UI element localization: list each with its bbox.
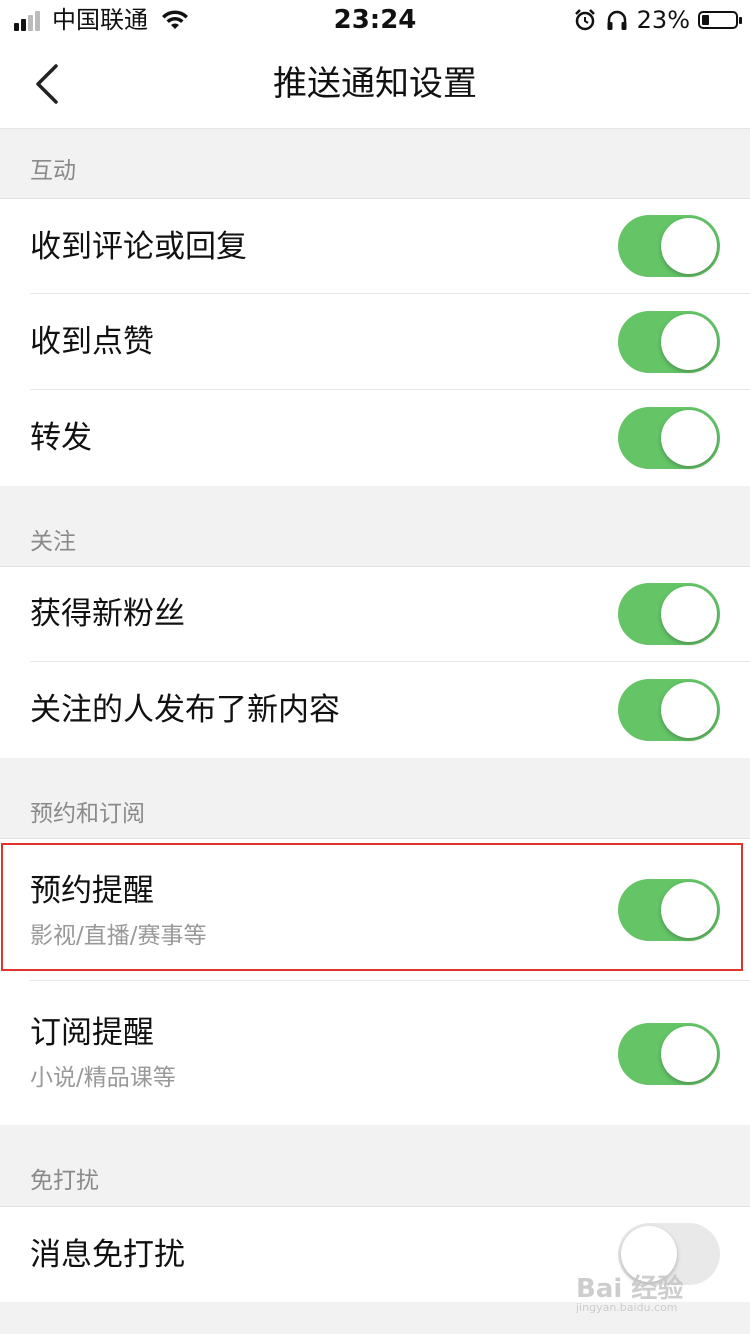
toggle-subscription-reminder[interactable]: [618, 1023, 720, 1085]
setting-label: 转发: [30, 420, 92, 456]
setting-row-likes: 收到点赞: [0, 294, 750, 390]
setting-row-do-not-disturb: 消息免打扰: [0, 1207, 750, 1302]
toggle-followed-posts[interactable]: [618, 679, 720, 741]
setting-row-comments: 收到评论或回复: [0, 199, 750, 294]
status-bar: 中国联通 23:24 23%: [0, 0, 750, 40]
setting-label: 关注的人发布了新内容: [30, 692, 340, 728]
setting-row-new-followers: 获得新粉丝: [0, 567, 750, 662]
setting-label: 收到点赞: [30, 324, 154, 360]
alarm-icon: [574, 9, 595, 31]
navigation-bar: 推送通知设置: [0, 40, 750, 129]
toggle-reservation-reminder[interactable]: [618, 879, 720, 941]
setting-label: 预约提醒: [30, 873, 154, 909]
toggle-new-followers[interactable]: [618, 583, 720, 645]
toggle-comments[interactable]: [618, 215, 720, 277]
battery-percent: 23%: [636, 6, 690, 34]
toggle-reposts[interactable]: [618, 407, 720, 469]
setting-sublabel: 小说/精品课等: [30, 1065, 176, 1091]
setting-row-reservation-reminder: 预约提醒 影视/直播/赛事等: [0, 839, 750, 981]
setting-row-followed-posts: 关注的人发布了新内容: [0, 662, 750, 758]
section-header-dnd: 免打扰: [0, 1125, 750, 1206]
setting-row-subscription-reminder: 订阅提醒 小说/精品课等: [0, 981, 750, 1125]
setting-sublabel: 影视/直播/赛事等: [30, 923, 207, 949]
toggle-do-not-disturb[interactable]: [618, 1223, 720, 1285]
battery-icon: [698, 11, 742, 29]
setting-label: 订阅提醒: [30, 1015, 154, 1051]
setting-label: 收到评论或回复: [30, 229, 247, 265]
toggle-likes[interactable]: [618, 311, 720, 373]
setting-label: 获得新粉丝: [30, 596, 185, 632]
setting-label: 消息免打扰: [30, 1237, 185, 1273]
setting-row-reposts: 转发: [0, 390, 750, 486]
page-title: 推送通知设置: [273, 64, 477, 104]
section-header-reservation: 预约和订阅: [0, 758, 750, 838]
section-header-follow: 关注: [0, 486, 750, 566]
headphones-icon: [607, 10, 627, 30]
section-header-interaction: 互动: [0, 129, 750, 198]
